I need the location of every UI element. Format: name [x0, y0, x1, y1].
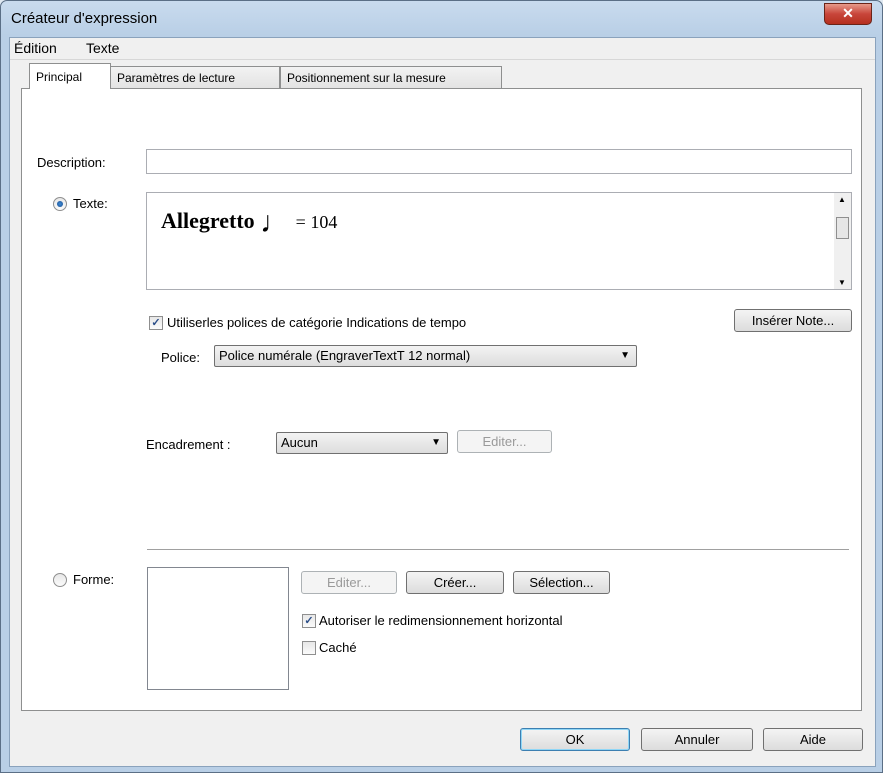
tab-principal[interactable]: Principal: [29, 63, 111, 89]
tab-positionnement[interactable]: Positionnement sur la mesure: [280, 66, 502, 88]
tempo-word: Allegretto: [161, 208, 255, 233]
chevron-down-icon: ▼: [620, 350, 630, 361]
menu-edition[interactable]: Édition: [14, 40, 57, 56]
scroll-thumb[interactable]: [836, 217, 849, 239]
hidden-label: Caché: [319, 640, 357, 655]
title-bar[interactable]: Créateur d'expression ✕: [1, 1, 882, 37]
encadrement-label: Encadrement :: [146, 437, 231, 452]
encadrement-select[interactable]: Aucun ▼: [276, 432, 448, 454]
tab-parametres-lecture[interactable]: Paramètres de lecture: [110, 66, 280, 88]
forme-preview: [147, 567, 289, 690]
encadrement-edit-button[interactable]: Editer...: [457, 430, 552, 453]
texte-editor[interactable]: Allegretto ♩ = 104 ▲ ▼: [146, 192, 852, 290]
texte-radio[interactable]: [53, 197, 67, 211]
forme-label: Forme:: [73, 572, 115, 587]
hidden-checkbox[interactable]: [302, 641, 316, 655]
window-title: Créateur d'expression: [11, 10, 158, 27]
tempo-value: = 104: [295, 212, 338, 232]
use-fonts-checkbox[interactable]: ✓: [149, 316, 163, 330]
allow-resize-checkbox[interactable]: ✓: [302, 614, 316, 628]
ok-button[interactable]: OK: [520, 728, 630, 751]
menu-bar: Édition Texte: [10, 38, 875, 60]
texte-scrollbar[interactable]: ▲ ▼: [834, 193, 851, 289]
allow-resize-label: Autoriser le redimensionnement horizonta…: [319, 613, 563, 628]
dialog-window: Créateur d'expression ✕ Édition Texte Pr…: [0, 0, 883, 773]
menu-texte[interactable]: Texte: [86, 40, 119, 56]
forme-edit-button[interactable]: Editer...: [301, 571, 397, 594]
police-label: Police:: [161, 350, 201, 365]
quarter-note-icon: ♩: [260, 206, 291, 239]
description-label: Description:: [37, 155, 106, 170]
forme-create-button[interactable]: Créer...: [406, 571, 504, 594]
police-select[interactable]: Police numérale (EngraverTextT 12 normal…: [214, 345, 637, 367]
insert-note-button[interactable]: Insérer Note...: [734, 309, 852, 332]
scroll-down-icon[interactable]: ▼: [838, 278, 846, 287]
description-input[interactable]: [146, 149, 852, 174]
tempo-line: Allegretto ♩ = 104: [161, 202, 338, 239]
help-button[interactable]: Aide: [763, 728, 863, 751]
texte-label: Texte:: [73, 196, 108, 211]
close-button[interactable]: ✕: [824, 3, 872, 25]
forme-select-button[interactable]: Sélection...: [513, 571, 610, 594]
chevron-down-icon: ▼: [431, 437, 441, 448]
close-icon: ✕: [842, 5, 854, 21]
use-fonts-label: Utiliserles polices de catégorie Indicat…: [167, 315, 467, 330]
scroll-up-icon[interactable]: ▲: [838, 195, 846, 204]
separator: [147, 549, 849, 550]
forme-radio[interactable]: [53, 573, 67, 587]
cancel-button[interactable]: Annuler: [641, 728, 753, 751]
